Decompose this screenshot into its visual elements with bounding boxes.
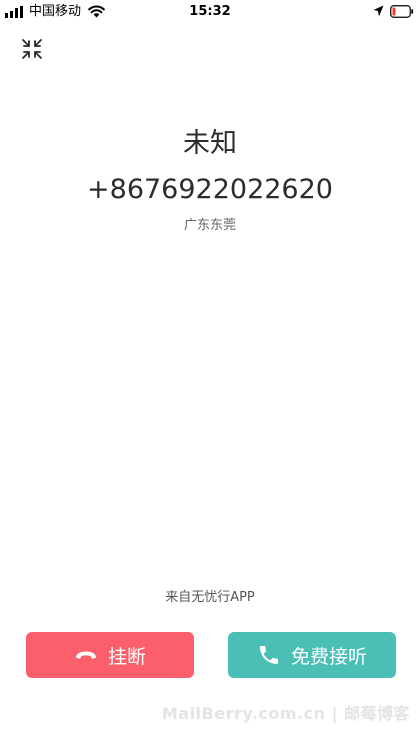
source-label: 来自无忧行APP [165,590,255,605]
answer-label: 免费接听 [290,645,367,668]
location-arrow-icon [373,5,384,17]
minimize-button[interactable] [20,37,44,61]
phone-hangup-icon [75,651,96,659]
hangup-label: 挂断 [107,645,146,668]
caller-number: +8676922022620 [87,174,333,205]
caller-name: 未知 [183,128,237,159]
battery-low-icon [390,5,414,18]
status-time: 15:32 [189,4,231,19]
status-bar: 中国移动 15:32 [0,0,420,24]
watermark: MailBerry.com.cn | 邮莓博客 [161,704,410,723]
phone-icon [259,646,278,664]
minimize-icon [22,39,42,59]
caller-location: 广东东莞 [183,218,236,233]
answer-button[interactable]: 免费接听 [228,632,396,678]
hangup-button[interactable]: 挂断 [26,632,194,678]
